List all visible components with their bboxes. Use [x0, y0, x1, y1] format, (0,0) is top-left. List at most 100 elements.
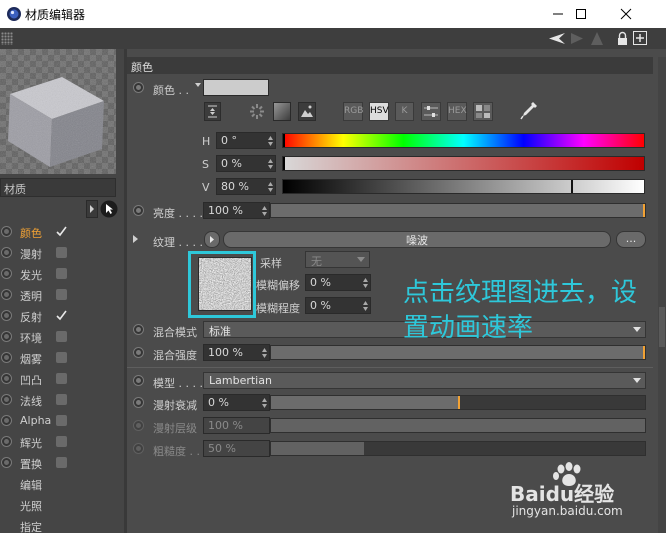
color-keyframe-radio[interactable] [133, 82, 144, 93]
mix-mode-keyframe-radio[interactable] [133, 324, 144, 335]
diffuse-falloff-marker[interactable] [458, 396, 460, 409]
channel-row[interactable]: 发光 [0, 263, 124, 284]
sliders-mode-icon[interactable] [421, 102, 441, 121]
brightness-field[interactable]: 100 % [203, 202, 270, 219]
channel-row[interactable]: 反射 [0, 305, 124, 326]
diffuse-level-field[interactable]: 100 % [203, 417, 270, 434]
brightness-keyframe-radio[interactable] [133, 205, 144, 216]
spin-arrows-icon[interactable] [363, 301, 368, 311]
channel-row[interactable]: 辉光 [0, 431, 124, 452]
close-button[interactable] [604, 0, 648, 28]
eyedropper-icon[interactable] [519, 100, 539, 121]
channel-row[interactable]: 编辑 [0, 473, 124, 494]
channel-checkbox[interactable] [56, 268, 67, 279]
channel-radio[interactable] [1, 415, 12, 426]
noise-texture-thumbnail[interactable] [198, 257, 252, 311]
mix-strength-marker[interactable] [643, 346, 645, 359]
drag-grip-icon[interactable] [1, 32, 13, 45]
channel-checkbox[interactable] [56, 373, 67, 384]
spin-arrows-icon[interactable] [262, 398, 267, 408]
expand-arrow-icon[interactable] [86, 200, 98, 218]
channel-checkbox[interactable] [56, 415, 67, 426]
texture-shader-button[interactable]: 噪波 [223, 231, 611, 248]
model-dropdown[interactable]: Lambertian [203, 372, 646, 389]
channel-row[interactable]: 凹凸 [0, 368, 124, 389]
material-name[interactable]: 材质 [0, 178, 116, 197]
image-picker-icon[interactable] [298, 102, 316, 121]
channel-checkbox[interactable] [56, 331, 67, 342]
v-field[interactable]: 80 % [216, 178, 276, 195]
channel-row[interactable]: 光照 [0, 494, 124, 515]
channel-checkbox-checked[interactable] [56, 310, 67, 321]
spectrum-icon[interactable] [273, 102, 291, 121]
color-wheel-icon[interactable] [248, 102, 266, 121]
value-slider[interactable] [282, 179, 645, 194]
channel-row[interactable]: 环境 [0, 326, 124, 347]
diffuse-falloff-slider[interactable] [270, 395, 646, 410]
diffuse-level-keyframe-radio[interactable] [133, 420, 144, 431]
channel-row[interactable]: 透明 [0, 284, 124, 305]
channel-radio[interactable] [1, 394, 12, 405]
spin-arrows-icon[interactable] [262, 348, 267, 358]
channel-radio[interactable] [1, 373, 12, 384]
diffuse-level-slider[interactable] [270, 418, 646, 433]
blur-scale-field[interactable]: 0 % [305, 297, 371, 314]
channel-radio[interactable] [1, 331, 12, 342]
brightness-slider[interactable] [270, 203, 646, 218]
channel-radio[interactable] [1, 268, 12, 279]
mode-k-button[interactable]: K [395, 102, 414, 121]
material-preview[interactable] [0, 49, 116, 174]
lock-icon[interactable] [617, 31, 628, 46]
channel-row[interactable]: 漫射 [0, 242, 124, 263]
sampling-dropdown[interactable]: 无 [305, 251, 370, 268]
color-menu-arrow-icon[interactable] [195, 83, 201, 88]
spin-arrows-icon[interactable] [363, 278, 368, 288]
saturation-slider[interactable] [282, 156, 645, 171]
cursor-pick-icon[interactable] [100, 200, 118, 218]
channel-radio[interactable] [1, 436, 12, 447]
spin-arrows-icon[interactable] [268, 182, 273, 192]
color-swatch[interactable] [203, 79, 269, 96]
saturation-handle[interactable] [283, 157, 285, 170]
new-window-icon[interactable] [633, 31, 647, 45]
h-field[interactable]: 0 ° [216, 132, 276, 149]
channel-radio[interactable] [1, 226, 12, 237]
diffuse-falloff-keyframe-radio[interactable] [133, 397, 144, 408]
fit-range-icon[interactable] [204, 102, 221, 121]
up-arrow-icon[interactable] [590, 31, 604, 46]
diffuse-falloff-field[interactable]: 0 % [203, 394, 270, 411]
maximize-button[interactable] [559, 0, 603, 28]
channel-radio[interactable] [1, 310, 12, 321]
roughness-keyframe-radio[interactable] [133, 443, 144, 454]
channel-row[interactable]: 颜色 [0, 221, 124, 242]
spin-arrows-icon[interactable] [268, 136, 273, 146]
spin-arrows-icon[interactable] [262, 206, 267, 216]
channel-checkbox[interactable] [56, 352, 67, 363]
brightness-marker[interactable] [643, 204, 645, 217]
channel-checkbox[interactable] [56, 394, 67, 405]
channel-row[interactable]: 烟雾 [0, 347, 124, 368]
swatches-icon[interactable] [473, 102, 493, 121]
texture-more-button[interactable]: ... [616, 231, 646, 248]
hue-slider[interactable] [282, 133, 645, 148]
channel-checkbox[interactable] [56, 457, 67, 468]
forward-arrow-icon[interactable] [570, 31, 584, 46]
channel-row[interactable]: 指定 [0, 515, 124, 533]
s-field[interactable]: 0 % [216, 155, 276, 172]
texture-expand-icon[interactable] [133, 235, 139, 243]
channel-row[interactable]: Alpha [0, 410, 124, 431]
mix-strength-slider[interactable] [270, 345, 646, 360]
channel-radio[interactable] [1, 352, 12, 363]
channel-checkbox-checked[interactable] [56, 226, 67, 237]
channel-row[interactable]: 法线 [0, 389, 124, 410]
channel-checkbox[interactable] [56, 289, 67, 300]
model-keyframe-radio[interactable] [133, 375, 144, 386]
channel-radio[interactable] [1, 247, 12, 258]
mode-rgb-button[interactable]: RGB [343, 102, 363, 121]
back-arrow-icon[interactable] [548, 31, 566, 46]
channel-checkbox[interactable] [56, 436, 67, 447]
hue-handle[interactable] [283, 134, 285, 147]
blur-offset-field[interactable]: 0 % [305, 274, 371, 291]
roughness-field[interactable]: 50 % [203, 440, 270, 457]
value-handle[interactable] [571, 180, 573, 193]
